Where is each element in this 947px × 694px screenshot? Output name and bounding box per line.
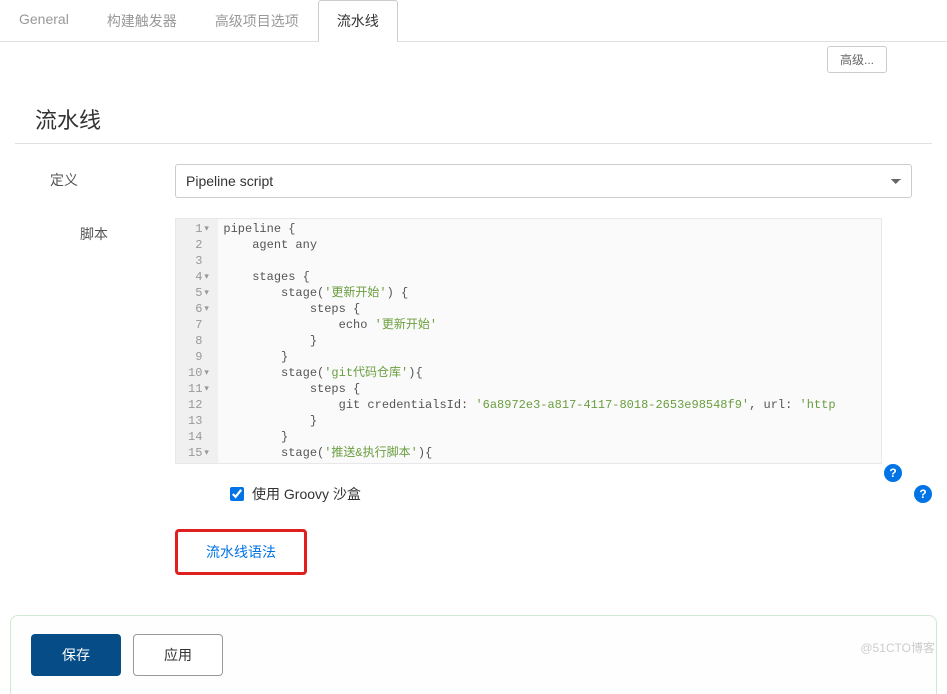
pipeline-syntax-link[interactable]: 流水线语法 [175,529,307,575]
gutter-line: 7 [176,317,218,333]
script-row: 脚本 1▾234▾5▾6▾78910▾11▾12131415▾ pipeline… [0,218,947,464]
gutter-line: 12 [176,397,218,413]
definition-label: 定义 [15,164,175,190]
top-button-row: 高级... [0,42,947,73]
code-line[interactable]: } [218,413,881,429]
code-line[interactable]: stage('更新开始') { [218,285,881,301]
gutter-line: 5▾ [176,285,218,301]
code-line[interactable]: stages { [218,269,881,285]
editor-body[interactable]: pipeline { agent any stages { stage('更新开… [218,219,881,463]
config-tabs: General 构建触发器 高级项目选项 流水线 [0,0,947,42]
code-line[interactable]: } [218,429,881,445]
tab-build-triggers[interactable]: 构建触发器 [88,0,196,41]
watermark: @51CTO博客 [860,639,935,656]
gutter-line: 6▾ [176,301,218,317]
code-line[interactable]: } [218,333,881,349]
tab-advanced-options[interactable]: 高级项目选项 [196,0,318,41]
sandbox-checkbox[interactable] [230,487,244,501]
syntax-link-wrap: 流水线语法 [175,529,307,575]
definition-row: 定义 Pipeline script [0,164,947,198]
gutter-line: 9 [176,349,218,365]
gutter-line: 1▾ [176,221,218,237]
sandbox-row: 使用 Groovy 沙盒 ? [0,484,947,504]
gutter-line: 4▾ [176,269,218,285]
code-line[interactable]: pipeline { [218,221,881,237]
footer-bar: 保存 应用 [10,615,937,694]
code-line[interactable]: git credentialsId: '6a8972e3-a817-4117-8… [218,397,881,413]
code-line[interactable] [218,253,881,269]
gutter-line: 11▾ [176,381,218,397]
help-icon[interactable]: ? [884,464,902,482]
sandbox-label: 使用 Groovy 沙盒 [252,484,361,504]
gutter-line: 15▾ [176,445,218,461]
code-line[interactable]: echo '更新开始' [218,317,881,333]
gutter-line: 8 [176,333,218,349]
gutter-line: 10▾ [176,365,218,381]
definition-select[interactable]: Pipeline script [175,164,912,198]
tab-pipeline[interactable]: 流水线 [318,0,398,42]
pipeline-script-editor[interactable]: 1▾234▾5▾6▾78910▾11▾12131415▾ pipeline { … [175,218,882,464]
code-line[interactable]: steps { [218,301,881,317]
section-title-pipeline: 流水线 [15,73,932,144]
gutter-line: 13 [176,413,218,429]
code-line[interactable]: stage('推送&执行脚本'){ [218,445,881,461]
gutter-line: 2 [176,237,218,253]
save-button[interactable]: 保存 [31,634,121,676]
tab-general[interactable]: General [0,0,88,41]
script-label: 脚本 [15,218,175,244]
gutter-line: 14 [176,429,218,445]
code-line[interactable]: agent any [218,237,881,253]
apply-button[interactable]: 应用 [133,634,223,676]
help-icon[interactable]: ? [914,485,932,503]
advanced-button[interactable]: 高级... [827,46,887,73]
code-line[interactable]: steps { [218,381,881,397]
code-line[interactable]: stage('git代码仓库'){ [218,365,881,381]
code-line[interactable]: } [218,349,881,365]
gutter-line: 3 [176,253,218,269]
editor-gutter: 1▾234▾5▾6▾78910▾11▾12131415▾ [176,219,218,463]
